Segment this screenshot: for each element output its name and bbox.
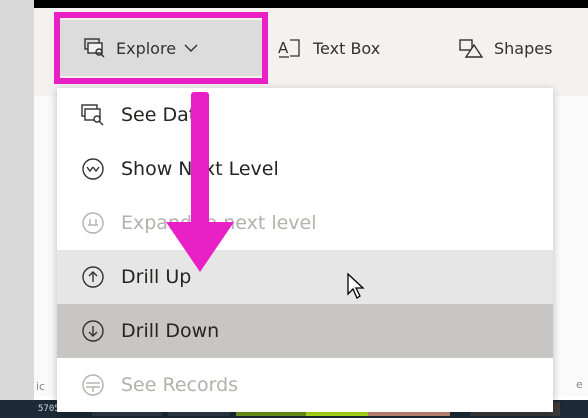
- canvas-text-snippet-right: e: [576, 378, 583, 391]
- drill-up-icon: [81, 265, 109, 289]
- explore-icon: [84, 38, 106, 58]
- see-data-icon: [81, 104, 109, 126]
- shapes-button[interactable]: Shapes: [458, 20, 552, 76]
- see-records-icon: [81, 373, 109, 397]
- text-box-button[interactable]: A Text Box: [277, 20, 380, 76]
- chevron-down-icon: [184, 43, 198, 53]
- menu-item-label: Show Next Level: [121, 158, 279, 180]
- text-box-label: Text Box: [313, 38, 381, 58]
- menu-item-show-next-level[interactable]: Show Next Level: [57, 142, 553, 196]
- explore-dropdown-menu: See Data Show Next Level Expand to next …: [57, 88, 553, 412]
- svg-text:A: A: [278, 39, 289, 57]
- menu-item-label: See Data: [121, 104, 208, 126]
- drill-down-icon: [81, 319, 109, 343]
- shapes-label: Shapes: [494, 38, 553, 58]
- explore-label: Explore: [116, 38, 177, 58]
- menu-item-label: See Records: [121, 374, 239, 396]
- menu-item-label: Drill Down: [121, 320, 220, 342]
- menu-item-label: Drill Up: [121, 266, 192, 288]
- explore-button[interactable]: Explore: [60, 20, 264, 76]
- show-next-level-icon: [81, 157, 109, 181]
- shapes-icon: [458, 37, 484, 59]
- menu-item-drill-down[interactable]: Drill Down: [57, 304, 553, 358]
- text-box-icon: A: [277, 37, 303, 59]
- menu-item-drill-up[interactable]: Drill Up: [57, 250, 553, 304]
- expand-next-level-icon: [81, 211, 109, 235]
- app-left-edge: [0, 0, 34, 418]
- menu-item-see-data[interactable]: See Data: [57, 88, 553, 142]
- menu-item-expand-to-next-level[interactable]: Expand to next level: [57, 196, 553, 250]
- menu-item-see-records[interactable]: See Records: [57, 358, 553, 412]
- menu-item-label: Expand to next level: [121, 212, 317, 234]
- canvas-text-snippet-left: ic: [36, 380, 46, 393]
- ribbon-toolbar: Explore A Text Box Shapes: [34, 8, 588, 97]
- window-top-bar: [34, 0, 588, 8]
